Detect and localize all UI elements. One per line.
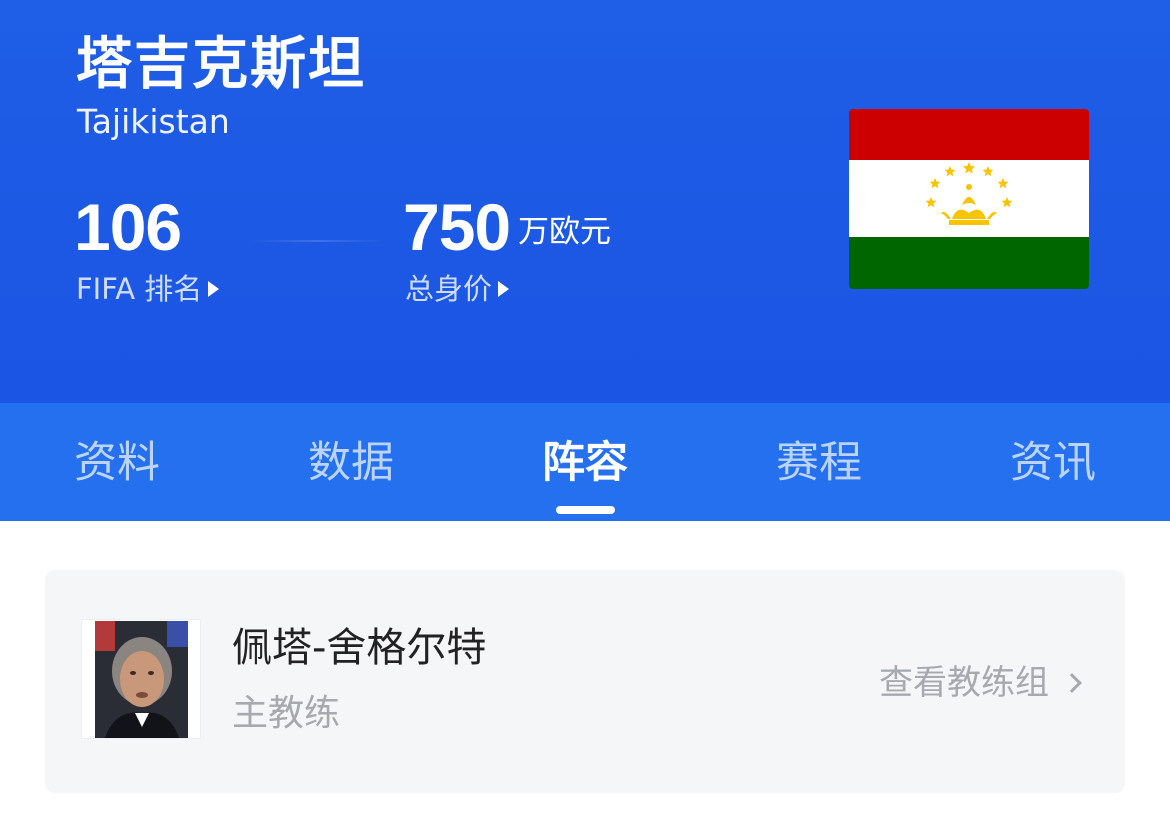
total-value-number: 750 xyxy=(403,190,511,264)
view-coaching-staff-label: 查看教练组 xyxy=(879,663,1049,703)
team-header: 塔吉克斯坦 Tajikistan 106 750 万欧元 FIFA 排名 总身价 xyxy=(0,0,1170,403)
fifa-rank-value: 106 xyxy=(74,190,182,264)
tab-data[interactable]: 数据 xyxy=(271,433,431,493)
team-name-cn: 塔吉克斯坦 xyxy=(76,32,366,97)
coach-photo xyxy=(94,620,188,738)
coach-name: 佩塔-舍格尔特 xyxy=(232,625,487,671)
head-coach-card[interactable]: 佩塔-舍格尔特 主教练 查看教练组 xyxy=(45,570,1125,793)
total-value-unit: 万欧元 xyxy=(518,214,611,250)
fifa-rank-link[interactable]: FIFA 排名 xyxy=(76,270,220,308)
tab-news[interactable]: 资讯 xyxy=(973,433,1133,493)
tab-squad[interactable]: 阵容 xyxy=(505,433,665,493)
play-arrow-icon xyxy=(498,281,510,297)
play-arrow-icon xyxy=(208,281,220,297)
chevron-right-icon xyxy=(1062,673,1082,693)
coach-avatar xyxy=(81,619,201,739)
active-tab-indicator xyxy=(556,506,615,514)
total-value-label: 总身价 xyxy=(405,272,493,306)
fifa-rank-label: FIFA 排名 xyxy=(76,272,203,306)
tab-schedule[interactable]: 赛程 xyxy=(739,433,899,493)
tajikistan-flag-icon xyxy=(849,109,1089,289)
team-name-en: Tajikistan xyxy=(77,102,230,141)
total-value-link[interactable]: 总身价 xyxy=(405,270,510,308)
tab-profile[interactable]: 资料 xyxy=(37,433,197,493)
stat-divider xyxy=(250,240,385,242)
view-coaching-staff-link[interactable]: 查看教练组 xyxy=(879,658,1082,708)
coach-role: 主教练 xyxy=(232,693,341,734)
tab-bar: 资料 数据 阵容 赛程 资讯 xyxy=(0,403,1170,521)
